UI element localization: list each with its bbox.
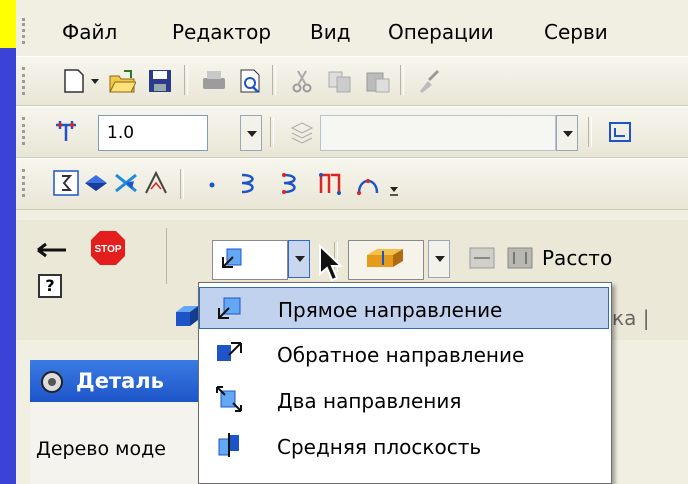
popup-item-label: Прямое направление <box>278 298 503 322</box>
axis-icon[interactable] <box>112 169 140 197</box>
extrusion-depth-icon <box>367 249 403 267</box>
distance-value-disabled-icon <box>507 247 533 269</box>
distance-label: Рассто <box>542 246 613 270</box>
distance-disabled-icon <box>469 247 495 269</box>
menubar-grip[interactable] <box>22 18 29 44</box>
angle-icon[interactable] <box>142 169 170 197</box>
popup-item-two-directions[interactable]: Два направления <box>199 379 609 421</box>
menu-bar: Файл Редактор Вид Операции Серви <box>16 6 688 54</box>
detail-icon <box>41 371 63 393</box>
menu-service[interactable]: Серви <box>544 20 608 44</box>
extrusion-type-button[interactable] <box>348 240 424 280</box>
toolbar-grip[interactable] <box>22 67 29 95</box>
menu-edit[interactable]: Редактор <box>172 20 271 44</box>
direction-dropdown-button[interactable] <box>288 240 310 278</box>
toolbar-grip[interactable] <box>22 169 29 197</box>
standard-toolbar <box>16 56 688 106</box>
properties-tab-fragment: ка | <box>612 306 650 330</box>
brush-icon[interactable] <box>414 67 442 95</box>
polyline-icon[interactable] <box>316 169 344 197</box>
separator <box>184 65 188 95</box>
two-directions-icon <box>216 386 242 412</box>
extrusion-tab-icon[interactable] <box>172 302 200 330</box>
help-icon[interactable]: ? <box>38 274 62 298</box>
menu-operations[interactable]: Операции <box>388 20 494 44</box>
toolbar-grip[interactable] <box>22 117 29 145</box>
separator <box>588 117 592 147</box>
forward-direction-icon <box>222 248 242 268</box>
select-icon[interactable] <box>52 169 80 197</box>
arc-icon[interactable] <box>354 169 382 197</box>
save-icon[interactable] <box>146 67 174 95</box>
separator <box>272 65 276 95</box>
model-tree-tab[interactable]: Дерево моде <box>36 438 166 460</box>
popup-item-reverse[interactable]: Обратное направление <box>199 333 609 375</box>
spline-points-icon[interactable] <box>278 169 306 197</box>
point-icon[interactable] <box>198 169 226 197</box>
scale-dropdown-button[interactable] <box>240 115 262 151</box>
popup-item-middle-plane[interactable]: Средняя плоскость <box>199 425 609 467</box>
mouse-cursor-icon <box>319 244 344 282</box>
separator <box>400 65 404 95</box>
popup-item-label: Два направления <box>277 389 462 413</box>
print-icon[interactable] <box>200 67 228 95</box>
enter-icon[interactable] <box>32 236 72 264</box>
scale-icon[interactable] <box>52 117 80 145</box>
paste-icon[interactable] <box>364 67 392 95</box>
cut-icon[interactable] <box>288 67 316 95</box>
zoom-frame-icon[interactable] <box>606 118 634 146</box>
middle-plane-icon <box>218 433 239 457</box>
print-preview-icon[interactable] <box>236 67 264 95</box>
layers-icon[interactable] <box>288 118 316 146</box>
menu-file[interactable]: Файл <box>62 20 117 44</box>
tree-window-title: Деталь <box>76 369 164 393</box>
copy-icon[interactable] <box>326 67 354 95</box>
scale-input[interactable]: 1.0 <box>98 115 208 151</box>
geometry-toolbar <box>16 158 688 210</box>
direction-popup-menu: Прямое направление Обратное направление … <box>198 282 612 484</box>
direction-button[interactable] <box>212 240 288 280</box>
separator <box>270 117 274 147</box>
reverse-direction-icon <box>217 342 242 361</box>
popup-item-label: Обратное направление <box>277 343 525 367</box>
new-document-icon[interactable] <box>60 67 88 95</box>
extrusion-type-dropdown-button[interactable] <box>428 240 450 278</box>
new-dropdown-icon[interactable] <box>88 67 102 95</box>
layer-select[interactable] <box>320 115 556 151</box>
layer-dropdown-button[interactable] <box>556 115 578 151</box>
svg-text:STOP: STOP <box>94 244 121 255</box>
popup-item-label: Средняя плоскость <box>277 435 482 459</box>
menu-view[interactable]: Вид <box>310 20 351 44</box>
popup-item-forward[interactable]: Прямое направление <box>199 287 609 329</box>
toolbar-overflow-icon[interactable] <box>386 173 402 201</box>
stop-icon[interactable]: STOP <box>88 228 128 268</box>
open-folder-icon[interactable] <box>108 67 136 95</box>
view-toolbar: 1.0 <box>16 106 688 158</box>
forward-direction-icon <box>218 297 241 319</box>
model-tree-window: Деталь Дерево моде <box>30 360 214 484</box>
separator <box>180 169 184 199</box>
spline-icon[interactable] <box>236 169 264 197</box>
tree-window-title-bar[interactable]: Деталь <box>30 360 214 402</box>
plane-icon[interactable] <box>82 169 110 197</box>
